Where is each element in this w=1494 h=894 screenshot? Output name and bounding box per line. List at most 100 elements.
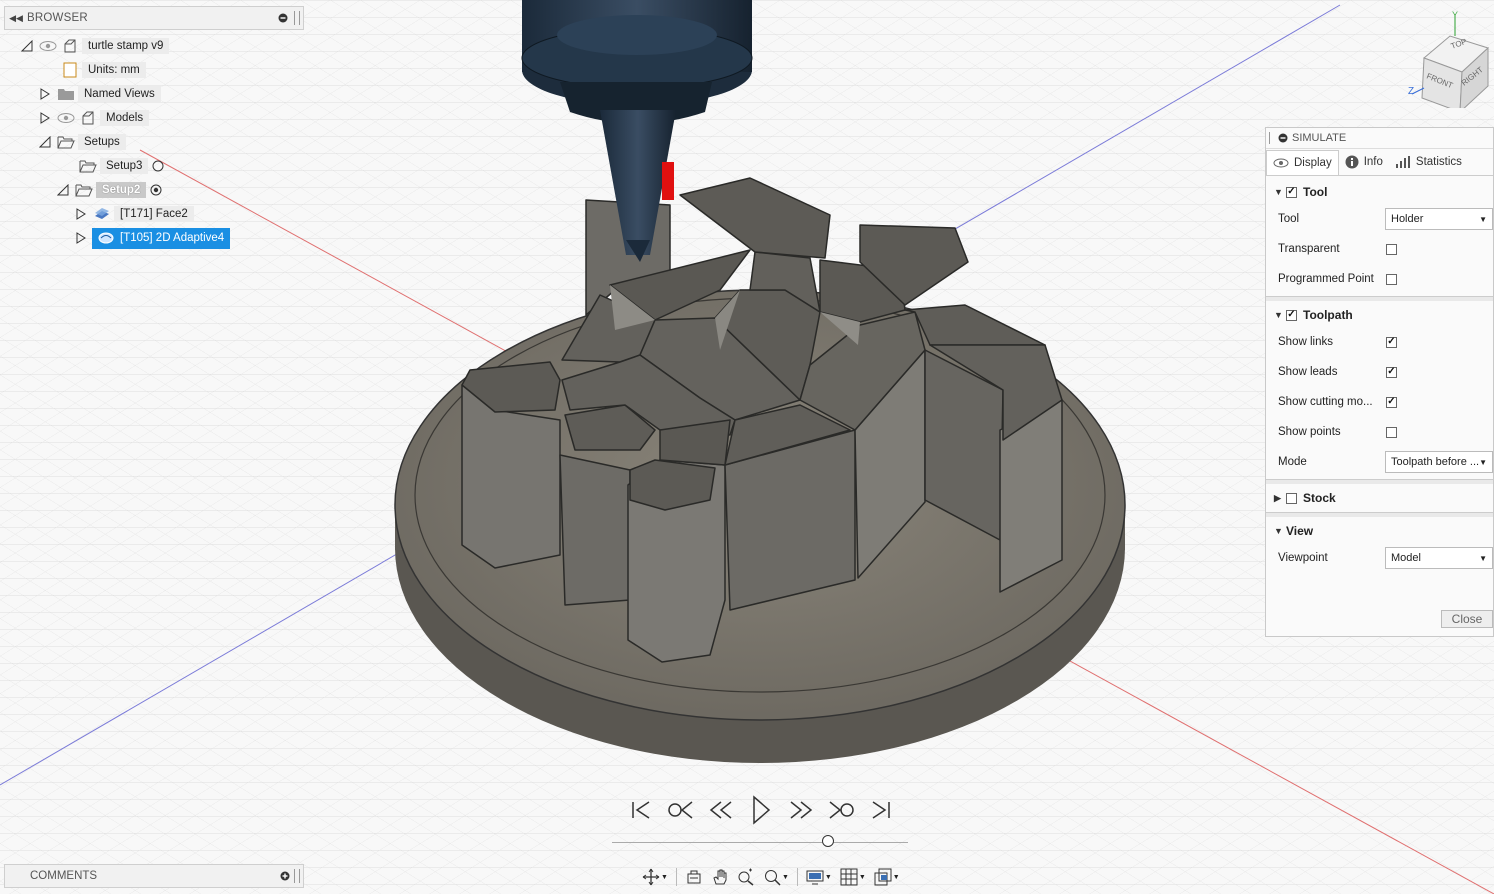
zoom-window-icon: [764, 870, 781, 886]
tree-item-label: Setup2: [96, 182, 147, 198]
section-divider: [1266, 512, 1493, 517]
dropdown-arrow-icon: ▼: [661, 873, 668, 881]
navigation-toolbar: ▼ ▼ ▼ ▼ ▼: [640, 864, 902, 890]
minimize-simulate-icon[interactable]: [1278, 133, 1288, 143]
tool-section-checkbox[interactable]: [1286, 186, 1297, 198]
document-settings-icon: [60, 61, 80, 79]
show-leads-row: Show leads: [1266, 357, 1493, 387]
tree-item-units[interactable]: Units: mm: [60, 60, 146, 80]
tree-item-models[interactable]: Models: [38, 108, 150, 128]
go-to-end-button[interactable]: [866, 795, 896, 825]
simulate-panel-header: SIMULATE: [1266, 128, 1493, 149]
show-links-row: Show links: [1266, 327, 1493, 357]
eye-icon[interactable]: [56, 109, 76, 127]
view-cube[interactable]: TOP FRONT RIGHT Y Z: [1400, 8, 1494, 114]
collapse-triangle-icon[interactable]: [38, 135, 52, 149]
collapse-triangle-icon[interactable]: [20, 39, 34, 53]
panel-grip-icon[interactable]: [294, 11, 300, 25]
dropdown-arrow-icon: ▼: [1479, 457, 1487, 467]
face-operation-icon: [92, 205, 112, 223]
orbit-button[interactable]: ▼: [640, 865, 670, 889]
pan-button[interactable]: [709, 865, 731, 889]
show-points-checkbox[interactable]: [1386, 426, 1397, 438]
look-at-icon: [687, 870, 701, 884]
tab-statistics[interactable]: Statistics: [1389, 150, 1468, 174]
tree-item-document[interactable]: turtle stamp v9: [20, 36, 170, 56]
close-button[interactable]: Close: [1441, 610, 1493, 628]
show-cutting-moves-checkbox[interactable]: [1386, 396, 1397, 408]
simulation-timeline-slider[interactable]: [612, 834, 908, 850]
show-cutting-moves-row: Show cutting mo...: [1266, 387, 1493, 417]
expand-triangle-icon[interactable]: ▶: [1274, 493, 1286, 504]
programmed-point-label: Programmed Point: [1278, 273, 1374, 285]
tree-item-face2[interactable]: [T171] Face2: [74, 204, 194, 224]
toolpath-section-checkbox[interactable]: [1286, 309, 1297, 321]
dropdown-arrow-icon: ▼: [781, 873, 789, 881]
dropdown-arrow-icon: ▼: [824, 873, 832, 881]
open-folder-icon: [74, 181, 94, 199]
collapse-browser-icon[interactable]: ◀◀: [5, 13, 27, 24]
active-setup-radio-icon[interactable]: [146, 181, 166, 199]
tree-item-2d-adaptive4[interactable]: [T105] 2D Adaptive4: [74, 227, 231, 249]
tree-item-setups[interactable]: Setups: [38, 132, 126, 152]
tree-item-label: Named Views: [78, 86, 161, 102]
expand-triangle-icon[interactable]: [74, 207, 88, 221]
tree-item-named-views[interactable]: Named Views: [38, 84, 161, 104]
viewpoint-label: Viewpoint: [1278, 552, 1328, 564]
display-settings-button[interactable]: ▼: [804, 865, 834, 889]
previous-operation-button[interactable]: [666, 795, 696, 825]
fit-button[interactable]: ▼: [761, 865, 791, 889]
tree-item-setup2[interactable]: Setup2: [56, 180, 168, 200]
mode-dropdown[interactable]: Toolpath before ... ▼: [1385, 451, 1493, 473]
stock-section-checkbox[interactable]: [1286, 492, 1297, 504]
dropdown-arrow-icon: ▼: [892, 873, 900, 881]
collapse-triangle-icon[interactable]: ▼: [1274, 310, 1286, 320]
next-operation-button[interactable]: [826, 795, 856, 825]
add-comment-icon[interactable]: [280, 871, 290, 881]
programmed-point-checkbox[interactable]: [1386, 273, 1397, 285]
tree-item-label: Models: [100, 110, 150, 126]
inactive-setup-radio-icon[interactable]: [148, 157, 168, 175]
expand-triangle-icon[interactable]: [74, 231, 88, 245]
zoom-icon: [738, 868, 754, 886]
mode-dropdown-value: Toolpath before ...: [1391, 456, 1480, 468]
show-links-checkbox[interactable]: [1386, 336, 1397, 348]
expand-triangle-icon[interactable]: [38, 111, 52, 125]
look-at-button[interactable]: [683, 865, 705, 889]
zoom-button[interactable]: [735, 865, 757, 889]
toolpath-section-header[interactable]: ▼ Toolpath: [1266, 303, 1493, 327]
grid-settings-button[interactable]: ▼: [838, 865, 868, 889]
view-section-header[interactable]: ▼ View: [1266, 519, 1493, 543]
go-to-start-button[interactable]: [626, 795, 656, 825]
transparent-row: Transparent: [1266, 234, 1493, 264]
collapse-triangle-icon[interactable]: [56, 183, 70, 197]
step-back-button[interactable]: [706, 795, 736, 825]
tool-dropdown[interactable]: Holder ▼: [1385, 208, 1493, 230]
viewpoint-dropdown[interactable]: Model ▼: [1385, 547, 1493, 569]
show-leads-checkbox[interactable]: [1386, 366, 1397, 378]
panel-grip-icon[interactable]: [1269, 132, 1274, 144]
tab-info[interactable]: Info: [1339, 150, 1389, 174]
tab-info-label: Info: [1363, 156, 1383, 168]
show-points-label: Show points: [1278, 426, 1341, 438]
panel-grip-icon[interactable]: [294, 869, 300, 883]
viewpoint-dropdown-value: Model: [1391, 552, 1421, 564]
timeline-thumb[interactable]: [822, 835, 835, 847]
stock-section-header[interactable]: ▶ Stock: [1266, 486, 1493, 510]
grid-icon: [840, 868, 858, 886]
show-leads-label: Show leads: [1278, 366, 1338, 378]
eye-icon[interactable]: [38, 37, 58, 55]
component-icon: [78, 109, 98, 127]
minimize-browser-icon[interactable]: [276, 11, 290, 25]
tool-section-header[interactable]: ▼ Tool: [1266, 180, 1493, 204]
step-forward-button[interactable]: [786, 795, 816, 825]
tab-display[interactable]: Display: [1266, 149, 1339, 175]
tree-item-setup3[interactable]: Setup3: [78, 156, 170, 176]
viewports-button[interactable]: ▼: [872, 865, 902, 889]
play-button[interactable]: [746, 795, 776, 825]
collapse-triangle-icon[interactable]: ▼: [1274, 187, 1286, 197]
collapse-triangle-icon[interactable]: ▼: [1274, 526, 1286, 536]
transparent-checkbox[interactable]: [1386, 243, 1397, 255]
expand-triangle-icon[interactable]: [38, 87, 52, 101]
dropdown-arrow-icon: ▼: [1479, 214, 1487, 224]
